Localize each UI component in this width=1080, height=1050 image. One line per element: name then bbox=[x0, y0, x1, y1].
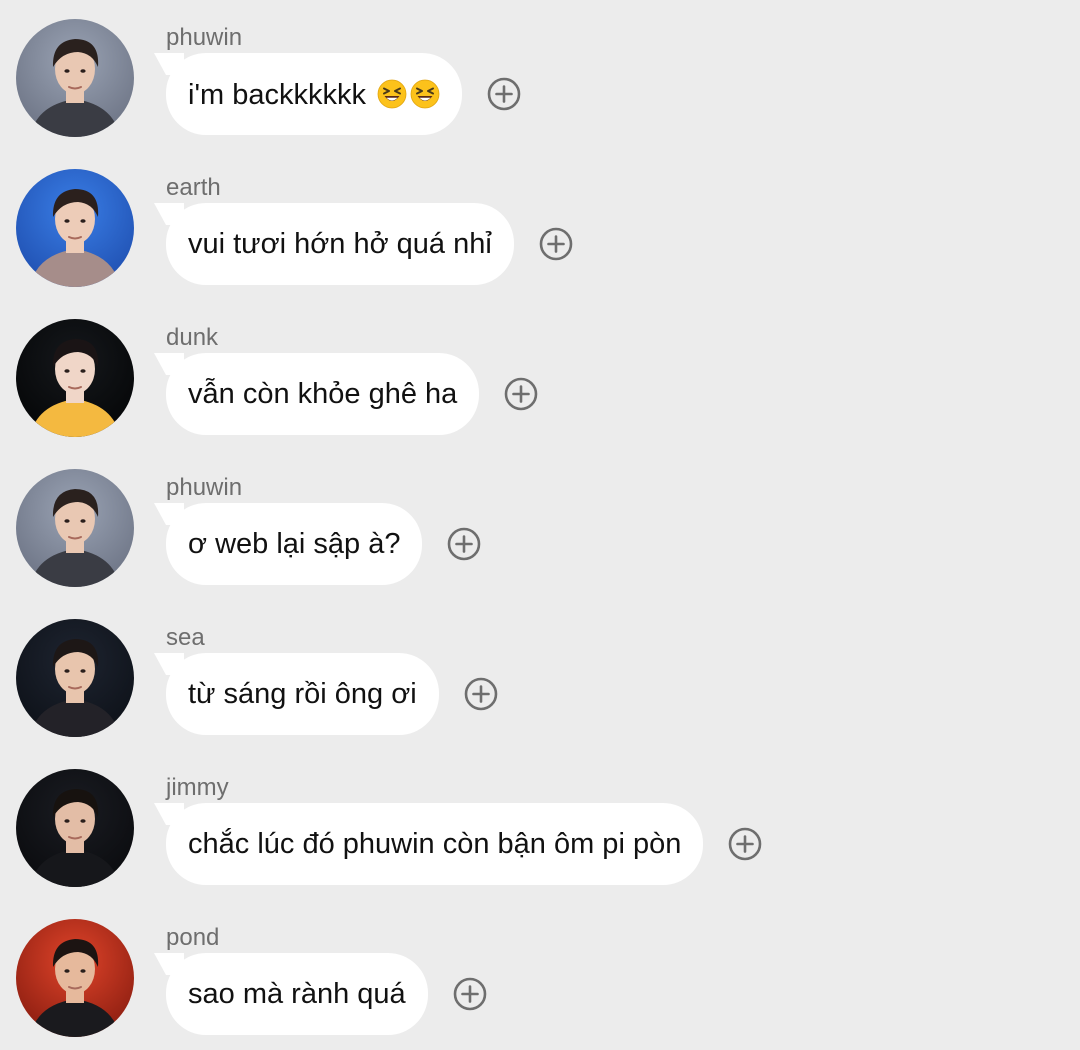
chat-message: dunk vẫn còn khỏe ghê ha bbox=[0, 300, 1080, 450]
chat-message: phuwin ơ web lại sập à? bbox=[0, 450, 1080, 600]
message-bubble[interactable]: sao mà rành quá bbox=[166, 953, 428, 1035]
message-text-wrap: từ sáng rồi ông ơi bbox=[188, 677, 417, 710]
chat-message-list: phuwin i'm backkkkkk earth vui tươi hớn hở… bbox=[0, 0, 1080, 1050]
chat-message: earth vui tươi hớn hở quá nhỉ bbox=[0, 150, 1080, 300]
avatar[interactable] bbox=[16, 469, 134, 587]
add-reaction-icon bbox=[464, 677, 498, 711]
avatar[interactable] bbox=[16, 619, 134, 737]
message-row: vui tươi hớn hở quá nhỉ bbox=[154, 203, 573, 285]
message-bubble[interactable]: vẫn còn khỏe ghê ha bbox=[166, 353, 480, 435]
sender-name: phuwin bbox=[166, 474, 243, 501]
message-text: ơ web lại sập à? bbox=[188, 527, 401, 560]
message-bubble[interactable]: ơ web lại sập à? bbox=[166, 503, 423, 585]
message-text: vẫn còn khỏe ghê ha bbox=[188, 377, 458, 410]
add-reaction-button[interactable] bbox=[464, 677, 498, 711]
sender-name: sea bbox=[166, 624, 205, 651]
sender-name: pond bbox=[166, 924, 220, 951]
message-text: sao mà rành quá bbox=[188, 977, 406, 1010]
message-bubble[interactable]: vui tươi hớn hở quá nhỉ bbox=[166, 203, 514, 285]
add-reaction-button[interactable] bbox=[487, 77, 521, 111]
grinning-squinting-face-icon bbox=[410, 79, 440, 109]
message-text-wrap: vui tươi hớn hở quá nhỉ bbox=[188, 227, 492, 260]
sender-name: dunk bbox=[166, 324, 219, 351]
avatar[interactable] bbox=[16, 19, 134, 137]
message-row: chắc lúc đó phuwin còn bận ôm pi pòn bbox=[154, 803, 762, 885]
add-reaction-button[interactable] bbox=[447, 527, 481, 561]
message-text-wrap: vẫn còn khỏe ghê ha bbox=[188, 377, 458, 410]
add-reaction-button[interactable] bbox=[539, 227, 573, 261]
message-row: vẫn còn khỏe ghê ha bbox=[154, 353, 538, 435]
message-bubble[interactable]: i'm backkkkkk bbox=[166, 53, 463, 135]
message-bubble[interactable]: chắc lúc đó phuwin còn bận ôm pi pòn bbox=[166, 803, 704, 885]
message-text: vui tươi hớn hở quá nhỉ bbox=[188, 227, 492, 260]
chat-message: sea từ sáng rồi ông ơi bbox=[0, 600, 1080, 750]
avatar[interactable] bbox=[16, 319, 134, 437]
message-text: i'm backkkkkk bbox=[188, 78, 366, 111]
sender-name: phuwin bbox=[166, 24, 243, 51]
message-text-wrap: ơ web lại sập à? bbox=[188, 527, 401, 560]
avatar[interactable] bbox=[16, 169, 134, 287]
chat-message: phuwin i'm backkkkkk bbox=[0, 0, 1080, 150]
message-text-wrap: sao mà rành quá bbox=[188, 977, 406, 1010]
add-reaction-icon bbox=[453, 977, 487, 1011]
avatar[interactable] bbox=[16, 769, 134, 887]
add-reaction-icon bbox=[487, 77, 521, 111]
sender-name: earth bbox=[166, 174, 221, 201]
add-reaction-button[interactable] bbox=[453, 977, 487, 1011]
add-reaction-button[interactable] bbox=[728, 827, 762, 861]
add-reaction-icon bbox=[728, 827, 762, 861]
avatar[interactable] bbox=[16, 919, 134, 1037]
message-row: i'm backkkkkk bbox=[154, 53, 521, 135]
add-reaction-button[interactable] bbox=[504, 377, 538, 411]
message-text-wrap: chắc lúc đó phuwin còn bận ôm pi pòn bbox=[188, 827, 682, 860]
message-row: sao mà rành quá bbox=[154, 953, 487, 1035]
chat-message: pond sao mà rành quá bbox=[0, 900, 1080, 1050]
message-text: từ sáng rồi ông ơi bbox=[188, 677, 417, 710]
message-text-wrap: i'm backkkkkk bbox=[188, 79, 440, 110]
message-text: chắc lúc đó phuwin còn bận ôm pi pòn bbox=[188, 827, 682, 860]
message-row: từ sáng rồi ông ơi bbox=[154, 653, 498, 735]
add-reaction-icon bbox=[504, 377, 538, 411]
chat-message: jimmy chắc lúc đó phuwin còn bận ôm pi pò… bbox=[0, 750, 1080, 900]
sender-name: jimmy bbox=[166, 774, 229, 801]
message-row: ơ web lại sập à? bbox=[154, 503, 481, 585]
add-reaction-icon bbox=[447, 527, 481, 561]
grinning-squinting-face-icon bbox=[377, 79, 407, 109]
add-reaction-icon bbox=[539, 227, 573, 261]
message-bubble[interactable]: từ sáng rồi ông ơi bbox=[166, 653, 439, 735]
